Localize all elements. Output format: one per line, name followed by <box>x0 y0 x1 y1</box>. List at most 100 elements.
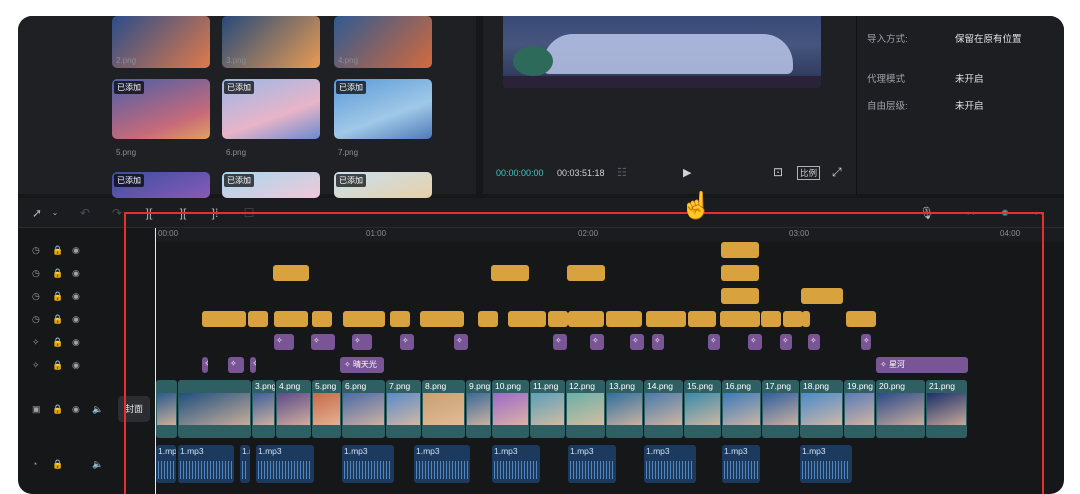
media-thumb[interactable]: 已添加 <box>222 172 320 198</box>
audio-clip[interactable]: 1.mp3 <box>240 445 250 483</box>
redo-icon[interactable]: ↷ <box>108 204 126 222</box>
cover-button[interactable]: 封面 <box>118 396 150 422</box>
lock-icon[interactable]: 🔒 <box>52 245 63 256</box>
effect-clip[interactable]: ✧ <box>748 334 762 350</box>
snap-icon[interactable]: ✺ <box>996 204 1014 222</box>
eye-icon[interactable]: ◉ <box>72 404 80 415</box>
undo-icon[interactable]: ↶ <box>76 204 94 222</box>
effect-clip[interactable]: ✧ <box>352 334 372 350</box>
media-thumb[interactable]: 已添加 <box>334 79 432 139</box>
microphone-icon[interactable]: 🎙 <box>918 204 936 222</box>
video-clip[interactable]: 12.png <box>566 380 605 438</box>
video-clip[interactable]: 4.png <box>276 380 311 438</box>
audio-track-icon[interactable]: ◔ <box>32 459 37 469</box>
sticker-clip[interactable] <box>846 311 876 327</box>
sticker-clip[interactable] <box>274 311 308 327</box>
video-clip[interactable]: 3.png <box>252 380 275 438</box>
speaker-icon[interactable]: 🔈 <box>92 404 103 415</box>
lock-icon[interactable]: 🔒 <box>52 314 63 325</box>
audio-clip[interactable]: 1.mp3 <box>644 445 696 483</box>
audio-clip[interactable]: 1.mp3 <box>256 445 314 483</box>
sticker-clip[interactable] <box>646 311 686 327</box>
sticker-clip[interactable] <box>420 311 464 327</box>
audio-clip[interactable]: 1.mp3 <box>722 445 760 483</box>
effect-icon[interactable]: ✧ <box>32 337 40 348</box>
media-thumb[interactable]: 已添加 <box>222 79 320 139</box>
clock-icon[interactable]: ◷ <box>32 314 40 325</box>
split-icon[interactable]: ][ <box>140 204 158 222</box>
sticker-clip[interactable] <box>721 242 759 258</box>
sticker-clip[interactable] <box>720 311 760 327</box>
audio-clip[interactable]: 1.mp3 <box>568 445 616 483</box>
effect-clip[interactable]: ✧ <box>454 334 468 350</box>
sticker-clip[interactable] <box>802 311 810 327</box>
play-icon[interactable]: ▶ <box>683 166 691 179</box>
video-clip[interactable]: 17.png <box>762 380 799 438</box>
audio-clip[interactable]: 1.mp3 <box>342 445 394 483</box>
effect-clip[interactable]: ✧ <box>400 334 414 350</box>
chevron-down-icon[interactable]: ⌄ <box>46 204 64 222</box>
timeline-ruler[interactable]: 00:00 01:00 02:00 03:00 04:00 <box>154 228 1064 242</box>
eye-icon[interactable]: ◉ <box>72 268 80 279</box>
effect-clip[interactable]: ✧ <box>590 334 604 350</box>
sticker-clip[interactable] <box>248 311 268 327</box>
audio-clip[interactable]: 1.mp3 <box>156 445 176 483</box>
video-clip[interactable]: 21.png <box>926 380 967 438</box>
effect-clip[interactable]: ✧ <box>202 357 208 373</box>
video-track-icon[interactable]: ▣ <box>32 404 41 415</box>
effect-clip[interactable]: ✧ <box>630 334 644 350</box>
lock-icon[interactable]: 🔒 <box>52 404 63 415</box>
effect-clip[interactable]: ✧ <box>652 334 664 350</box>
eye-icon[interactable]: ◉ <box>72 314 80 325</box>
sticker-clip[interactable] <box>721 265 759 281</box>
audio-clip[interactable]: 1.mp3 <box>800 445 852 483</box>
trim-left-icon[interactable]: ][ <box>174 204 192 222</box>
eye-icon[interactable]: ◉ <box>72 337 80 348</box>
audio-clip[interactable]: 1.mp3 <box>492 445 540 483</box>
sticker-clip[interactable] <box>606 311 642 327</box>
sticker-clip[interactable] <box>491 265 529 281</box>
media-thumb[interactable]: 已添加 <box>112 79 210 139</box>
sticker-clip[interactable] <box>721 288 759 304</box>
video-clip[interactable]: 8.png <box>422 380 465 438</box>
video-clip[interactable]: 10.png <box>492 380 529 438</box>
lock-icon[interactable]: 🔒 <box>52 360 63 371</box>
effect-clip[interactable]: ✧ <box>553 334 567 350</box>
effect-clip[interactable]: ✧ <box>311 334 335 350</box>
video-clip[interactable]: 20.png <box>876 380 925 438</box>
effect-clip[interactable]: ✧ <box>274 334 294 350</box>
video-clip[interactable]: 14.png <box>644 380 683 438</box>
effect-clip[interactable]: ✧ <box>228 357 244 373</box>
clock-icon[interactable]: ◷ <box>32 245 40 256</box>
clock-icon[interactable]: ◷ <box>32 268 40 279</box>
sticker-clip[interactable] <box>567 265 605 281</box>
lock-icon[interactable]: 🔒 <box>52 337 63 348</box>
video-clip[interactable]: 19.png <box>844 380 875 438</box>
video-clip[interactable] <box>178 380 251 438</box>
video-clip[interactable]: 16.png <box>722 380 761 438</box>
trim-right-icon[interactable]: ]⁞ <box>206 204 224 222</box>
video-clip[interactable]: 13.png <box>606 380 643 438</box>
lock-icon[interactable]: 🔒 <box>52 268 63 279</box>
sticker-clip[interactable] <box>548 311 568 327</box>
sticker-clip[interactable] <box>478 311 498 327</box>
effect-icon[interactable]: ✧ <box>32 360 40 371</box>
playhead[interactable] <box>155 228 156 494</box>
eye-icon[interactable]: ◉ <box>72 360 80 371</box>
effect-clip[interactable]: ✧ <box>861 334 871 350</box>
video-clip[interactable]: 9.png <box>466 380 491 438</box>
delete-icon[interactable]: ☐ <box>240 204 258 222</box>
effect-clip[interactable]: ✧ <box>708 334 720 350</box>
preview-axis-icon[interactable]: ⊷ <box>1030 204 1048 222</box>
media-thumb[interactable]: 已添加 <box>334 172 432 198</box>
sticker-clip[interactable] <box>568 311 604 327</box>
sticker-clip[interactable] <box>202 311 246 327</box>
video-clip[interactable]: 7.png <box>386 380 421 438</box>
audio-clip[interactable]: 1.mp3 <box>414 445 470 483</box>
fullscreen-icon[interactable]: ⤢ <box>832 165 842 180</box>
lock-icon[interactable]: 🔒 <box>52 291 63 302</box>
effect-clip[interactable]: ✧ <box>780 334 792 350</box>
video-clip[interactable]: 18.png <box>800 380 843 438</box>
video-clip[interactable] <box>156 380 177 438</box>
audio-clip[interactable]: 1.mp3 <box>178 445 234 483</box>
